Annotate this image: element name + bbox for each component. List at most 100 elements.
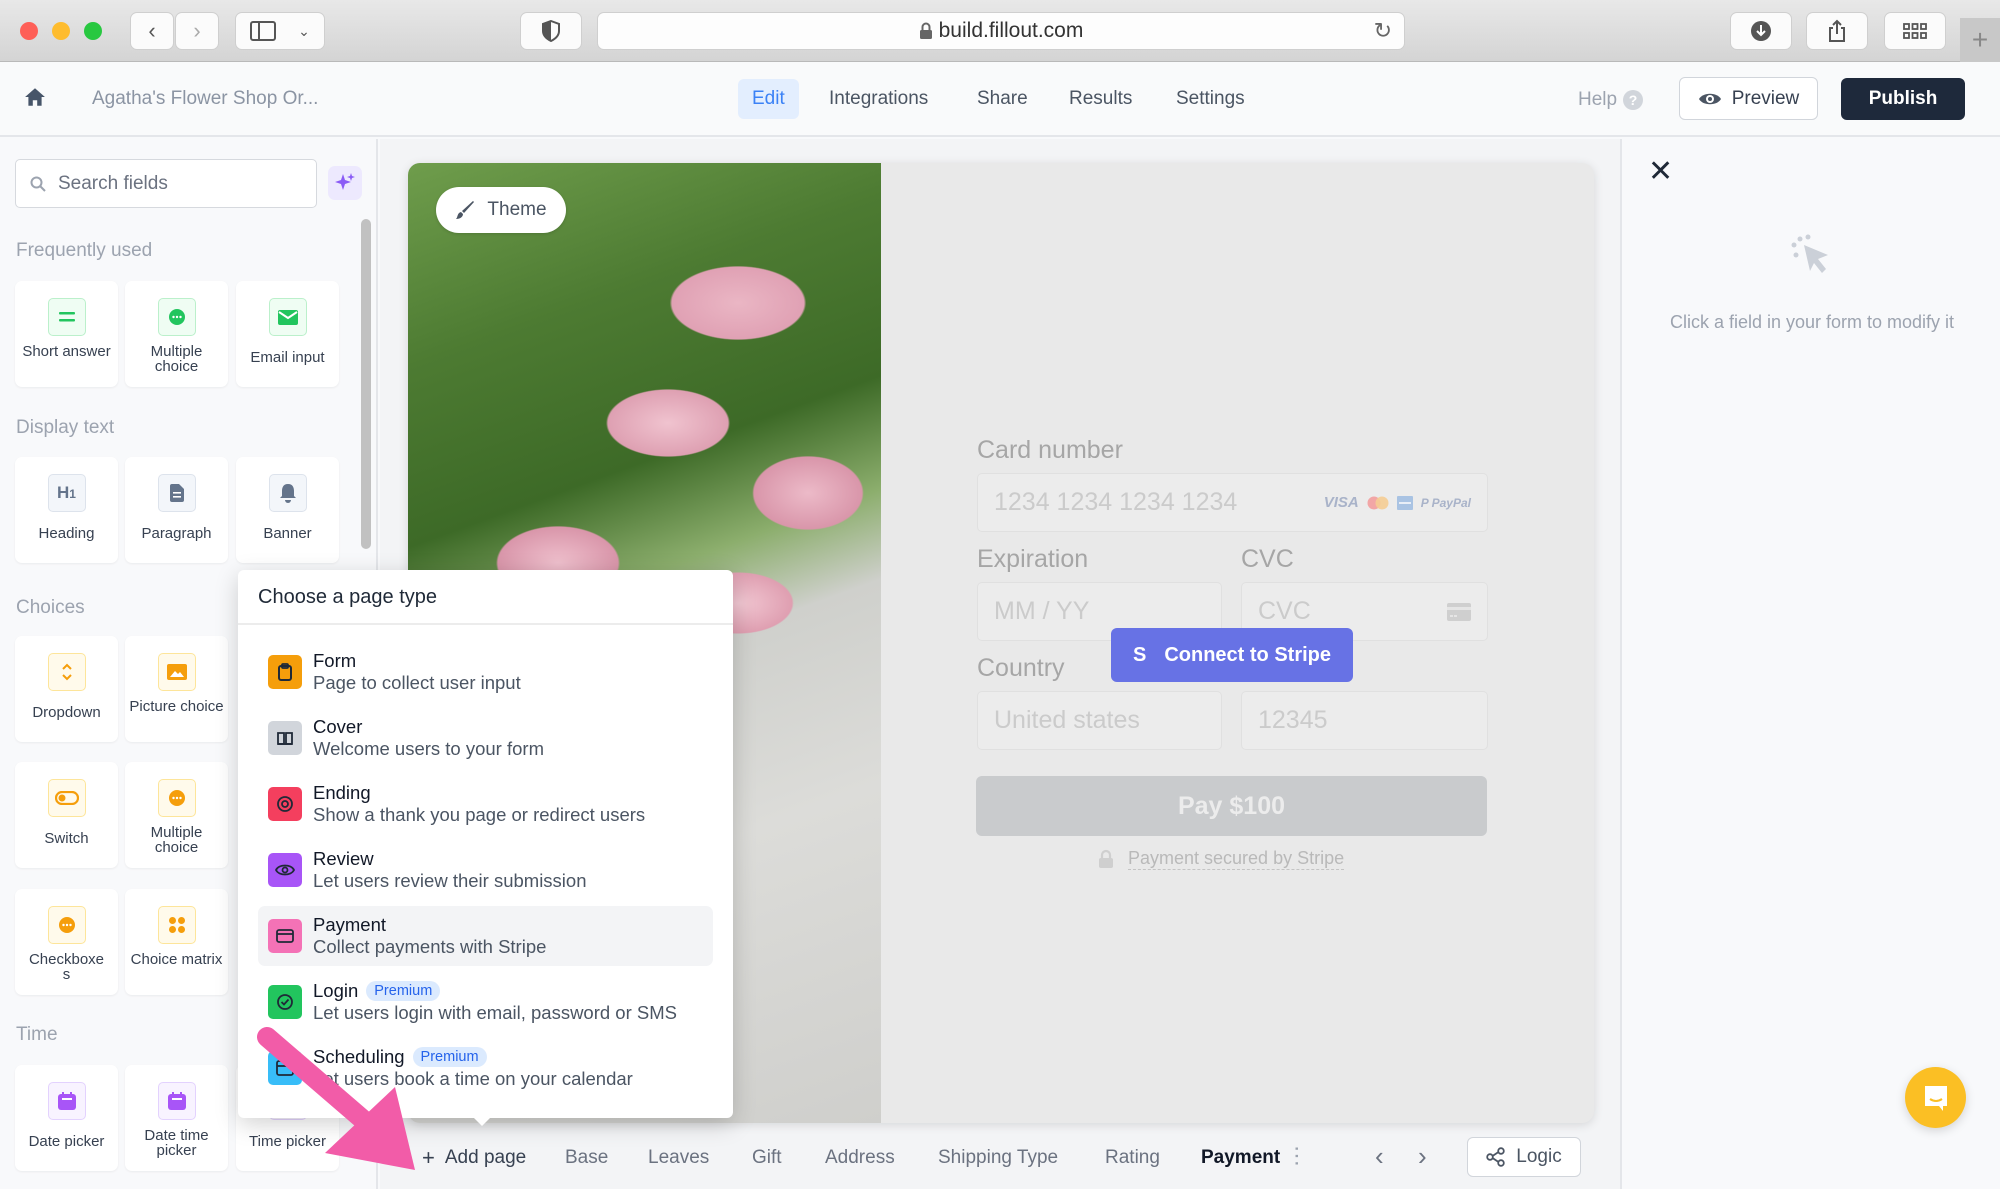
page-tab-gift[interactable]: Gift	[752, 1147, 782, 1169]
page-type-desc: Let users review their submission	[313, 870, 587, 891]
field-banner[interactable]: Banner	[236, 457, 339, 563]
premium-badge: Premium	[366, 981, 441, 1001]
matrix-icon	[157, 906, 196, 944]
close-panel-button[interactable]: ✕	[1648, 157, 1673, 187]
sidebar-toggle-button[interactable]: ⌄	[235, 12, 325, 50]
plus-icon: +	[1971, 24, 1989, 55]
close-window-button[interactable]	[20, 22, 38, 40]
page-tab-leaves[interactable]: Leaves	[648, 1147, 709, 1169]
panel-hint-text: Click a field in your form to modify it	[1669, 312, 1955, 332]
previous-page-button[interactable]: ‹	[1375, 1141, 1384, 1172]
help-link[interactable]: Help ?	[1578, 89, 1644, 111]
field-date-picker[interactable]: Date picker	[15, 1065, 118, 1171]
card-number-input[interactable]: 1234 1234 1234 1234 VISA P PayPal	[977, 473, 1488, 532]
section-label-frequently-used: Frequently used	[16, 240, 153, 261]
field-short-answer[interactable]: Short answer	[15, 281, 118, 387]
secured-text[interactable]: Payment secured by Stripe	[1128, 848, 1345, 870]
page-type-review[interactable]: Review Let users review their submission	[258, 840, 713, 900]
forward-button[interactable]: ›	[175, 12, 219, 50]
sidebar-scrollbar[interactable]	[361, 219, 371, 549]
publish-button[interactable]: Publish	[1841, 78, 1965, 120]
field-label: Date picker	[28, 1133, 105, 1150]
field-dropdown[interactable]: Dropdown	[15, 636, 118, 742]
chat-support-button[interactable]	[1905, 1067, 1966, 1128]
home-icon[interactable]	[24, 86, 46, 108]
next-page-button[interactable]: ›	[1418, 1141, 1427, 1172]
page-type-title: Ending	[313, 782, 371, 803]
privacy-button[interactable]	[520, 12, 582, 50]
credit-card-icon	[1447, 602, 1471, 621]
share-button[interactable]	[1806, 12, 1868, 50]
country-input[interactable]: United states	[977, 691, 1222, 750]
cvc-label: CVC	[1241, 545, 1294, 573]
page-type-ending[interactable]: Ending Show a thank you page or redirect…	[258, 774, 713, 834]
stripe-icon: S	[1132, 643, 1147, 666]
check-circle-icon	[268, 985, 302, 1019]
expiration-placeholder: MM / YY	[994, 597, 1090, 625]
page-tab-rating[interactable]: Rating	[1105, 1147, 1160, 1169]
page-tab-shipping-type[interactable]: Shipping Type	[938, 1147, 1058, 1169]
minimize-window-button[interactable]	[52, 22, 70, 40]
tab-overview-button[interactable]	[1884, 12, 1946, 50]
page-type-cover[interactable]: Cover Welcome users to your form	[258, 708, 713, 768]
field-label: Checkboxes	[28, 951, 105, 983]
new-tab-button[interactable]: +	[1960, 18, 2000, 62]
add-page-button[interactable]: + Add page	[422, 1145, 526, 1171]
reload-icon[interactable]: ↻	[1374, 18, 1392, 44]
field-switch[interactable]: Switch	[15, 762, 118, 868]
page-type-desc: Welcome users to your form	[313, 738, 544, 759]
field-multiple-choice-2[interactable]: Multiple choice	[125, 762, 228, 868]
short-answer-icon	[47, 298, 86, 336]
page-tab-base[interactable]: Base	[565, 1147, 608, 1169]
browser-toolbar: ‹ › ⌄ build.fillout.com ↻ +	[0, 0, 2000, 62]
page-type-payment[interactable]: Payment Collect payments with Stripe	[258, 906, 713, 966]
field-label: Multiple choice	[150, 343, 203, 375]
tab-edit[interactable]: Edit	[738, 79, 799, 119]
cursor-click-icon	[1791, 234, 1828, 273]
divider	[238, 623, 733, 625]
page-type-login[interactable]: Login Premium Let users login with email,…	[258, 972, 713, 1032]
field-paragraph[interactable]: Paragraph	[125, 457, 228, 563]
page-options-icon[interactable]: ⋯	[1285, 1145, 1310, 1167]
page-tab-payment[interactable]: Payment	[1201, 1147, 1280, 1169]
tab-settings[interactable]: Settings	[1162, 79, 1259, 119]
menu-pointer	[473, 1117, 491, 1126]
logic-label: Logic	[1516, 1146, 1562, 1167]
back-button[interactable]: ‹	[130, 12, 174, 50]
url-bar[interactable]: build.fillout.com ↻	[597, 12, 1405, 50]
theme-button[interactable]: Theme	[436, 187, 566, 233]
chevron-left-icon: ‹	[1375, 1141, 1384, 1171]
pay-button[interactable]: Pay $100	[976, 776, 1487, 836]
zip-input[interactable]: 12345	[1241, 691, 1488, 750]
form-title[interactable]: Agatha's Flower Shop Or...	[92, 88, 318, 110]
field-label: Choice matrix	[130, 951, 223, 968]
tab-integrations[interactable]: Integrations	[815, 79, 942, 119]
field-heading[interactable]: H1 Heading	[15, 457, 118, 563]
eye-icon	[268, 853, 302, 887]
preview-button[interactable]: Preview	[1679, 77, 1818, 120]
tab-results[interactable]: Results	[1055, 79, 1146, 119]
field-choice-matrix[interactable]: Choice matrix	[125, 889, 228, 995]
page-type-form[interactable]: Form Page to collect user input	[258, 642, 713, 702]
shield-icon	[542, 20, 560, 42]
connect-stripe-button[interactable]: S Connect to Stripe	[1111, 628, 1353, 682]
page-tab-address[interactable]: Address	[825, 1147, 895, 1169]
calendar-icon	[47, 1082, 86, 1120]
maximize-window-button[interactable]	[84, 22, 102, 40]
picture-icon	[157, 653, 196, 691]
search-icon	[30, 176, 46, 192]
search-fields-input[interactable]: Search fields	[15, 159, 317, 208]
tab-share[interactable]: Share	[963, 79, 1042, 119]
field-date-time-picker[interactable]: Date time picker	[125, 1065, 228, 1171]
credit-card-icon	[268, 919, 302, 953]
field-checkboxes[interactable]: Checkboxes	[15, 889, 118, 995]
back-icon: ‹	[148, 18, 156, 43]
field-picture-choice[interactable]: Picture choice	[125, 636, 228, 742]
download-button[interactable]	[1730, 12, 1792, 50]
zip-placeholder: 12345	[1258, 706, 1328, 734]
ai-generate-button[interactable]	[328, 166, 362, 200]
field-multiple-choice[interactable]: Multiple choice	[125, 281, 228, 387]
field-email-input[interactable]: Email input	[236, 281, 339, 387]
logic-button[interactable]: Logic	[1467, 1137, 1581, 1177]
paragraph-icon	[157, 474, 196, 512]
